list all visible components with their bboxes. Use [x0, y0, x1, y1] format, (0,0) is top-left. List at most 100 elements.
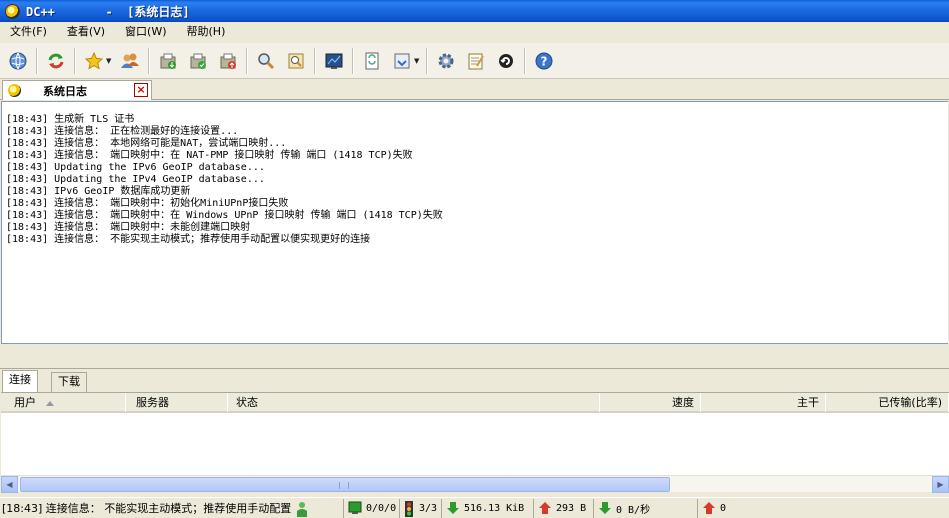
close-icon[interactable]: ×: [134, 83, 148, 97]
menu-file[interactable]: 文件(F): [0, 22, 57, 42]
tab-label: 系统日志: [43, 84, 87, 98]
chevron-right-icon: ▶: [937, 480, 944, 489]
scroll-left-button[interactable]: ◀: [1, 476, 18, 493]
status-slots: 3/3: [400, 498, 442, 518]
search-button[interactable]: [252, 47, 280, 75]
menu-window[interactable]: 窗口(W): [115, 22, 176, 42]
help-button[interactable]: ?: [530, 47, 558, 75]
download-arrow-icon: [598, 501, 612, 515]
window-title: DC++ - [系统日志]: [26, 4, 190, 19]
download-queue-icon: [160, 53, 176, 69]
log-line: [18:43] 连接信息： 端口映射中：初始化MiniUPnP接口失败: [6, 198, 289, 209]
column-speed[interactable]: 速度: [600, 393, 701, 412]
search-spy-icon: [325, 53, 343, 69]
slots-traffic-light-icon: [404, 501, 415, 517]
connect-button[interactable]: [4, 47, 32, 75]
toolbar-separator: [426, 47, 428, 74]
tab-system-log[interactable]: 系统日志 ×: [2, 80, 152, 100]
open-file-list-icon: [365, 52, 379, 69]
log-line: [18:43] 连接信息： 端口映射中：未能创建端口映射: [6, 222, 251, 233]
log-line: [18:43] Updating the IPv4 GeoIP database…: [6, 174, 265, 185]
users-button[interactable]: [116, 47, 144, 75]
upload-arrow-icon: [702, 501, 716, 515]
toolbar-separator: [36, 47, 38, 74]
transfer-list-header: 用户 服务器 状态 速度 主干 已传输(比率): [1, 392, 949, 413]
toolbar: ▼ ▼ ?: [0, 43, 949, 79]
upload-queue-button[interactable]: [214, 47, 242, 75]
log-line: [18:43] 连接信息： 端口映射中：在 Windows UPnP 接口映射 …: [6, 210, 443, 221]
toolbar-separator: [74, 47, 76, 74]
upload-queue-icon: [220, 53, 236, 69]
favorites-button[interactable]: [80, 47, 108, 75]
scroll-right-button[interactable]: ▶: [932, 476, 949, 493]
dcpp-logo-icon: [8, 84, 21, 97]
upload-arrow-icon: [538, 501, 552, 515]
status-upload-speed: 0: [698, 499, 776, 518]
menu-help[interactable]: 帮助(H): [177, 22, 236, 42]
notepad-button[interactable]: [462, 47, 490, 75]
connect-globe-icon: [9, 52, 27, 69]
column-hub[interactable]: 服务器: [126, 393, 228, 412]
reconnect-button[interactable]: [42, 47, 70, 75]
horizontal-scrollbar[interactable]: ◀ ▶: [1, 475, 949, 493]
download-arrow-icon: [446, 501, 460, 515]
status-message: [18:43] 连接信息： 不能实现主动模式；推荐使用手动配置: [0, 498, 344, 518]
scrollbar-thumb[interactable]: [20, 477, 670, 492]
adl-search-icon: [288, 53, 304, 68]
log-line: [18:43] Updating the IPv6 GeoIP database…: [6, 162, 265, 173]
app-icon: [5, 3, 20, 19]
svg-text:?: ?: [541, 54, 548, 68]
away-icon: [499, 53, 513, 68]
open-file-list-button[interactable]: [358, 47, 386, 75]
log-line: [18:43] IPv6 GeoIP 数据库成功更新: [6, 186, 191, 197]
transfer-list[interactable]: [1, 413, 949, 475]
toolbar-separator: [148, 47, 150, 74]
hub-monitor-icon: [348, 501, 362, 515]
settings-gear-icon: [438, 53, 454, 68]
refresh-share-icon: [394, 53, 410, 68]
reconnect-icon: [48, 53, 64, 68]
column-chunk[interactable]: 主干: [701, 393, 826, 412]
search-spy-button[interactable]: [320, 47, 348, 75]
users-icon: [121, 53, 139, 68]
download-queue-button[interactable]: [154, 47, 182, 75]
transfer-tabs: 连接 下载: [0, 370, 949, 392]
toolbar-separator: [314, 47, 316, 74]
notepad-icon: [468, 53, 484, 69]
title-bar: DC++ - [系统日志]: [0, 0, 949, 22]
column-transferred[interactable]: 已传输(比率): [826, 393, 949, 412]
sort-ascending-icon: [46, 400, 54, 406]
settings-button[interactable]: [432, 47, 460, 75]
away-button[interactable]: [492, 47, 520, 75]
toolbar-separator: [246, 47, 248, 74]
refresh-share-button[interactable]: [388, 47, 416, 75]
log-line: [18:43] 连接信息： 端口映射中：在 NAT-PMP 接口映射 传输 端口…: [6, 150, 413, 161]
log-line: [18:43] 连接信息： 不能实现主动模式；推荐使用手动配置以便实现更好的连接: [6, 234, 371, 245]
mdi-tab-strip: 系统日志 ×: [0, 79, 949, 100]
status-downloaded: 516.13 KiB: [442, 498, 534, 518]
menu-bar: 文件(F) 查看(V) 窗口(W) 帮助(H): [0, 22, 949, 42]
system-log-view[interactable]: [18:43] 生成新 TLS 证书 [18:43] 连接信息： 正在检测最好的…: [1, 101, 948, 344]
grip-icon: [339, 482, 349, 489]
favorites-star-icon: [84, 51, 104, 69]
help-icon: ?: [535, 52, 553, 69]
toolbar-separator: [352, 47, 354, 74]
log-line: [18:43] 连接信息： 正在检测最好的连接设置...: [6, 126, 239, 137]
column-status[interactable]: 状态: [228, 393, 600, 412]
menu-view[interactable]: 查看(V): [57, 22, 115, 42]
status-download-speed: 0 B/秒: [594, 498, 698, 518]
status-bar: [18:43] 连接信息： 不能实现主动模式；推荐使用手动配置 0/0/0 3/…: [0, 497, 949, 518]
log-line: [18:43] 生成新 TLS 证书: [6, 114, 135, 125]
finished-downloads-button[interactable]: [184, 47, 212, 75]
finished-downloads-icon: [190, 53, 206, 69]
connection-mode-icon: [295, 501, 309, 517]
tab-connections[interactable]: 连接: [2, 370, 38, 392]
status-uploaded: 293 B: [534, 498, 594, 518]
adl-search-button[interactable]: [282, 47, 310, 75]
pane-splitter[interactable]: [0, 345, 949, 369]
column-user[interactable]: 用户: [1, 393, 126, 412]
log-line: [18:43] 连接信息： 本地网络可能是NAT，尝试端口映射...: [6, 138, 287, 149]
toolbar-separator: [524, 47, 526, 74]
status-hubs: 0/0/0: [344, 498, 400, 518]
tab-downloads[interactable]: 下载: [51, 372, 87, 392]
